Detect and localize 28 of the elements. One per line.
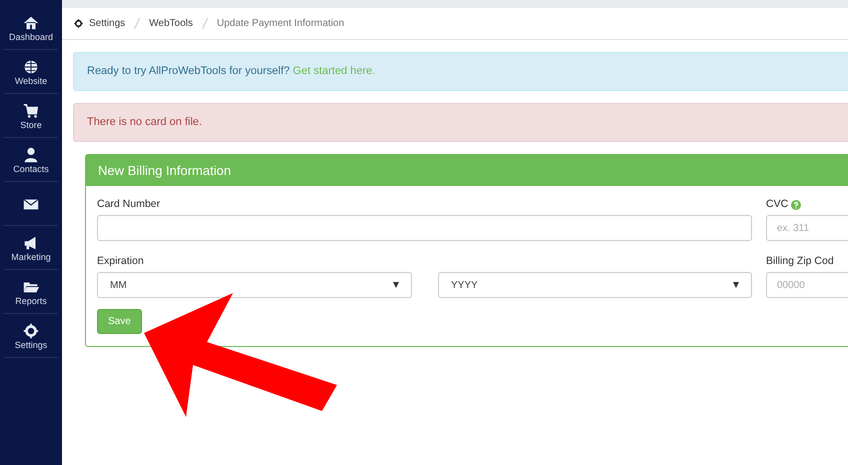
breadcrumb-link[interactable]: WebTools <box>149 16 193 31</box>
sidebar-item[interactable]: Marketing <box>4 226 58 270</box>
month-select[interactable]: MM <box>97 272 412 298</box>
year-select[interactable]: YYYY <box>438 272 752 298</box>
person-icon <box>22 146 40 164</box>
field-label: CVC <box>766 197 788 212</box>
sidebar-item[interactable]: Reports <box>4 270 58 314</box>
sidebar-item[interactable]: Website <box>4 50 58 94</box>
alert-text: There is no card on file. <box>87 115 202 130</box>
cvc-field[interactable]: ex. 311 <box>766 215 848 241</box>
settings-icon <box>22 322 40 340</box>
settings-icon <box>73 18 84 29</box>
sidebar-item[interactable]: Store <box>4 94 58 138</box>
breadcrumb-current[interactable]: Update Payment Information <box>216 16 344 31</box>
field-label: Card Number <box>97 197 160 212</box>
breadcrumb-link[interactable]: Settings <box>89 16 126 31</box>
sidebar-item[interactable]: Settings <box>4 314 58 358</box>
field-label: Expiration <box>97 254 144 270</box>
sidebar-item[interactable]: Contacts <box>4 138 58 182</box>
cart-icon <box>22 102 40 120</box>
sidebar-item[interactable]: Dashboard <box>4 6 58 50</box>
help-icon[interactable] <box>791 200 802 210</box>
field-label: Billing Zip Cod <box>766 254 834 270</box>
panel-title: New Billing Information <box>98 162 231 180</box>
globe-icon <box>22 58 40 76</box>
alert-text: Ready to try AllProWebTools for yourself? <box>87 64 290 80</box>
zip-field[interactable]: 00000 <box>766 272 848 298</box>
card-number-field[interactable] <box>97 215 752 241</box>
